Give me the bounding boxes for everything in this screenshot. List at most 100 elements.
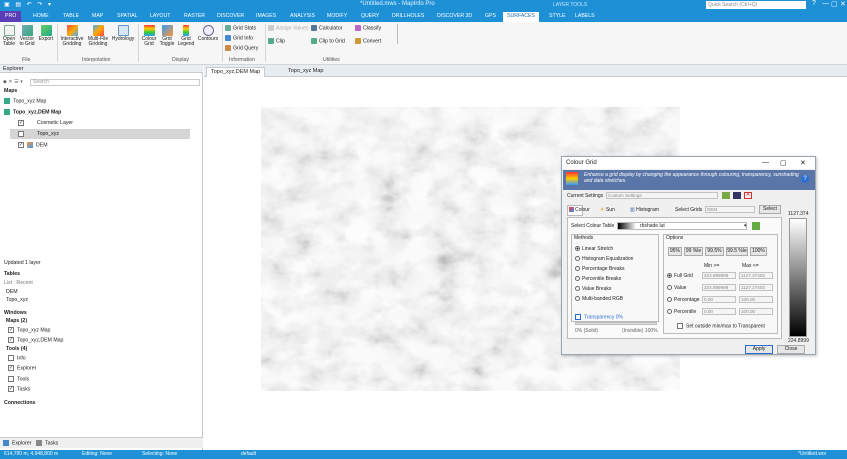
radio-selected[interactable] <box>667 273 672 279</box>
tab-tasks[interactable]: Tasks <box>36 440 58 446</box>
percentile-min[interactable]: 0.00 <box>702 308 736 315</box>
assign-values-button[interactable]: Assign Values <box>268 25 309 31</box>
pct-button-99le[interactable]: 99 %le <box>684 247 703 256</box>
tab-sun[interactable]: ☀ Sun <box>600 207 615 213</box>
quick-search-input[interactable]: Quick Search (Ctrl+Q) <box>706 1 806 9</box>
grid-legend-button[interactable]: Grid Legend <box>177 25 195 47</box>
clip-transparent-option[interactable]: Set outside min/max to Transparent <box>677 323 765 329</box>
map-item-topo[interactable]: Topo_xyz Map <box>4 98 46 104</box>
full-grid-min[interactable]: 224.899999 <box>702 272 736 279</box>
percentage-min[interactable]: 0.00 <box>702 296 736 303</box>
pct-button-100[interactable]: 100% <box>750 247 767 256</box>
help-icon[interactable]: ? <box>812 0 816 7</box>
convert-button[interactable]: Convert <box>355 38 381 44</box>
window-checkbox[interactable]: ✓ <box>8 327 14 333</box>
doc-tab-active[interactable]: Topo_xyz,DEM Map <box>206 67 266 77</box>
tab-modify[interactable]: MODIFY <box>327 13 347 19</box>
option-percentage[interactable]: Percentage <box>667 297 700 303</box>
radio-selected[interactable] <box>575 246 580 252</box>
close-button[interactable]: ✕ <box>840 0 846 8</box>
tab-analysis[interactable]: ANALYSIS <box>290 13 315 19</box>
map-item-topo-dem[interactable]: Topo_xyz,DEM Map <box>4 109 61 115</box>
percentile-max[interactable]: 100.00 <box>739 308 773 315</box>
tool-checkbox[interactable] <box>8 376 14 382</box>
tool-checkbox[interactable] <box>8 355 14 361</box>
option-percentile[interactable]: Percentile <box>667 309 696 315</box>
save-settings-icon[interactable] <box>733 192 741 199</box>
tab-layout[interactable]: LAYOUT <box>150 13 170 19</box>
method-histogram-equalization[interactable]: Histogram Equalization <box>575 256 633 262</box>
tables-header[interactable]: Tables <box>4 271 20 277</box>
method-linear-stretch[interactable]: Linear Stretch <box>575 246 613 252</box>
tab-surfaces[interactable]: SURFACES <box>503 12 539 22</box>
status-selecting[interactable]: Selecting: None <box>142 450 177 459</box>
table-item[interactable]: DEM <box>6 289 18 295</box>
status-projection[interactable]: default <box>241 450 256 459</box>
maps-header[interactable]: Maps <box>4 88 17 94</box>
radio[interactable] <box>575 296 580 302</box>
contours-button[interactable]: Contours <box>197 25 219 42</box>
apply-button[interactable]: Apply <box>745 345 773 354</box>
transparency-slider[interactable] <box>575 322 657 325</box>
minimize-button[interactable]: — <box>822 0 829 7</box>
radio[interactable] <box>575 266 580 272</box>
radio[interactable] <box>575 256 580 262</box>
dialog-close-icon[interactable]: ✕ <box>800 159 806 167</box>
open-settings-icon[interactable] <box>722 192 730 199</box>
layer-checkbox[interactable]: ✓ <box>18 120 24 126</box>
method-percentile-breaks[interactable]: Percentile Breaks <box>575 276 621 282</box>
transparency-checkbox[interactable] <box>575 314 581 320</box>
colour-grid-button[interactable]: Colour Grid <box>141 25 157 47</box>
value-max[interactable]: 1127.37402 <box>739 284 773 291</box>
calculator-button[interactable]: Calculator <box>311 25 342 31</box>
layer-checkbox[interactable] <box>18 131 24 137</box>
table-item[interactable]: Topo_xyz <box>6 297 28 303</box>
tab-map[interactable]: MAP <box>92 13 103 19</box>
connections-header[interactable]: Connections <box>4 400 35 406</box>
tab-discover-3d[interactable]: DISCOVER 3D <box>437 13 472 19</box>
edit-colour-table-icon[interactable] <box>752 222 760 230</box>
tool-checkbox[interactable]: ✓ <box>8 386 14 392</box>
classify-button[interactable]: Classify <box>355 25 381 31</box>
windows-header[interactable]: Windows <box>4 310 27 316</box>
grid-info-button[interactable]: Grid Info <box>225 35 253 41</box>
window-item[interactable]: ✓ Topo_xyz Map <box>8 327 50 333</box>
clip-to-grid-button[interactable]: Clip to Grid <box>311 38 345 44</box>
ribbon-scroll[interactable] <box>397 24 398 44</box>
radio[interactable] <box>575 286 580 292</box>
tab-style[interactable]: STYLE <box>549 13 565 19</box>
select-grids-input[interactable]: DEM <box>705 206 755 213</box>
tab-pro[interactable]: PRO <box>0 11 22 22</box>
radio[interactable] <box>667 297 672 303</box>
radio[interactable] <box>667 309 672 315</box>
tab-discover[interactable]: DISCOVER <box>217 13 244 19</box>
clip-transparent-checkbox[interactable] <box>677 323 683 329</box>
open-table-button[interactable]: Open Table <box>2 25 16 47</box>
vector-to-grid-button[interactable]: Vector to Grid <box>18 25 36 47</box>
tool-item[interactable]: Info <box>8 355 26 361</box>
tool-item[interactable]: ✓ Tasks <box>8 386 30 392</box>
radio[interactable] <box>667 285 672 291</box>
tab-images[interactable]: IMAGES <box>256 13 276 19</box>
layer-checkbox[interactable]: ✓ <box>18 142 24 148</box>
status-editing[interactable]: Editing: None <box>82 450 112 459</box>
percentage-max[interactable]: 100.00 <box>739 296 773 303</box>
dialog-maximize-button[interactable]: ▢ <box>780 159 787 167</box>
tool-item[interactable]: ✓ Explorer <box>8 365 36 371</box>
tool-checkbox[interactable]: ✓ <box>8 365 14 371</box>
pct-button-95[interactable]: 95% <box>668 247 682 256</box>
hydrology-button[interactable]: Hydrology <box>111 25 135 42</box>
grid-toggle-button[interactable]: Grid Toggle <box>158 25 176 47</box>
layer-topo[interactable]: Topo_xyz <box>18 131 59 137</box>
windows-maps-group[interactable]: Maps (2) <box>6 318 27 324</box>
tab-spatial[interactable]: SPATIAL <box>117 13 138 19</box>
radio[interactable] <box>575 276 580 282</box>
method-percentage-breaks[interactable]: Percentage Breaks <box>575 266 625 272</box>
clip-button[interactable]: Clip <box>268 38 285 44</box>
current-settings-input[interactable]: Custom Settings <box>606 192 718 199</box>
dialog-minimize-button[interactable]: — <box>762 159 769 166</box>
tab-explorer[interactable]: Explorer <box>3 440 31 446</box>
full-grid-max[interactable]: 1127.37402 <box>739 272 773 279</box>
tab-home[interactable]: HOME <box>33 13 49 19</box>
method-value-breaks[interactable]: Value Breaks <box>575 286 611 292</box>
